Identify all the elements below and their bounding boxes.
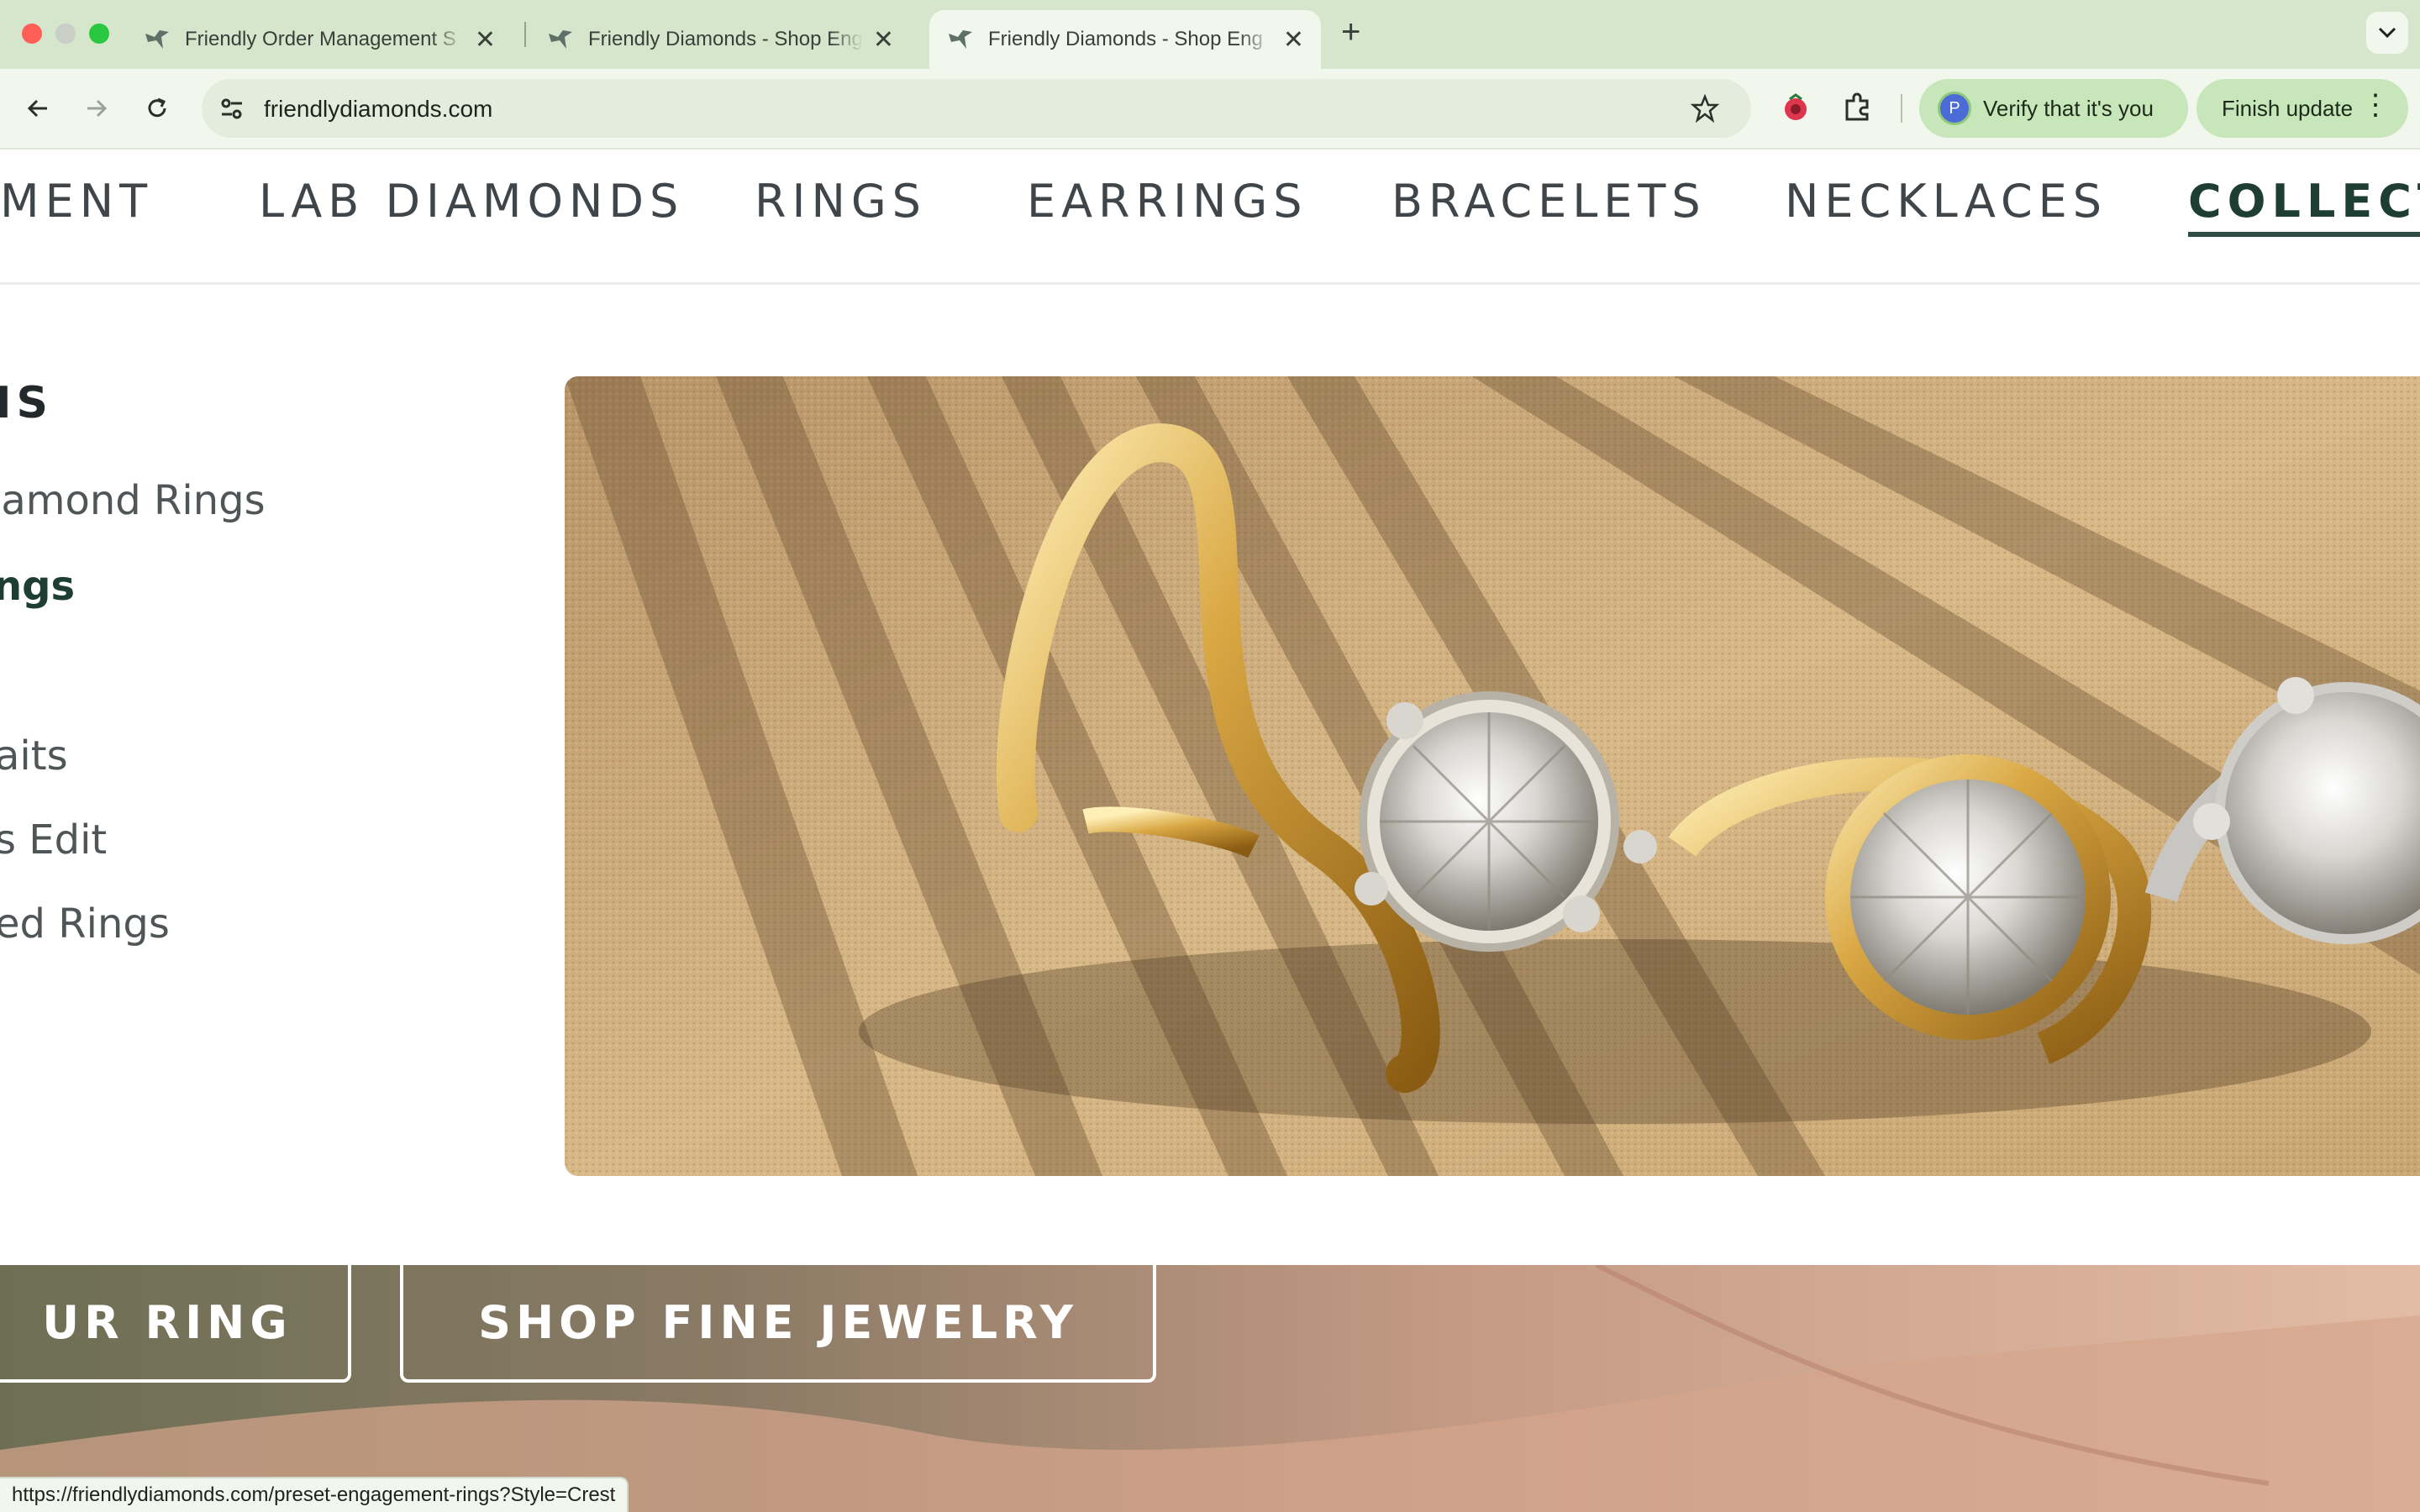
- back-button[interactable]: [17, 87, 59, 129]
- nav-item-necklaces[interactable]: NECKLACES: [1785, 175, 2107, 228]
- rings-on-sand-image: [565, 376, 2420, 1176]
- hand-background-image: [0, 1265, 2420, 1512]
- bookmark-star-icon[interactable]: [1691, 94, 1719, 123]
- shop-fine-jewelry-button[interactable]: SHOP FINE JEWELRY: [400, 1265, 1156, 1383]
- nav-item-bracelets[interactable]: BRACELETS: [1392, 175, 1707, 228]
- browser-tab-1[interactable]: Friendly Order Management S ✕: [126, 10, 513, 69]
- browser-tab-strip: Friendly Order Management S ✕ Friendly D…: [0, 0, 2420, 69]
- site-main-nav: MENT LAB DIAMONDS RINGS EARRINGS BRACELE…: [0, 150, 2420, 285]
- forward-button[interactable]: [76, 87, 118, 129]
- url-text[interactable]: friendlydiamonds.com: [264, 96, 492, 123]
- nav-item-earrings[interactable]: EARRINGS: [1027, 175, 1308, 228]
- reload-button[interactable]: [136, 87, 178, 129]
- close-window-button[interactable]: [22, 24, 42, 44]
- collection-link[interactable]: s Edit: [0, 816, 107, 864]
- finish-update-button[interactable]: Finish update ⋮: [2196, 79, 2408, 138]
- tab-close-icon[interactable]: ✕: [1283, 25, 1304, 55]
- tab-title: Friendly Diamonds - Shop Eng: [988, 28, 1263, 50]
- collection-hero-image[interactable]: [565, 376, 2420, 1176]
- collection-link[interactable]: aits: [0, 732, 68, 780]
- arrow-right-icon: [87, 99, 108, 118]
- nav-item-engagement[interactable]: MENT: [0, 175, 153, 228]
- collection-link[interactable]: iamond Rings: [0, 477, 266, 524]
- reload-icon: [148, 97, 166, 118]
- active-nav-underline: [2188, 232, 2420, 237]
- finish-update-label: Finish update: [2222, 95, 2354, 121]
- toolbar-divider: [1901, 94, 1902, 123]
- maximize-window-button[interactable]: [89, 24, 109, 44]
- tab-title: Friendly Diamonds - Shop Eng: [588, 28, 863, 50]
- chevron-down-icon: [2378, 27, 2396, 39]
- verify-label: Verify that it's you: [1983, 95, 2154, 121]
- collections-menu-heading: NS: [0, 378, 53, 428]
- extensions-puzzle-icon[interactable]: [1840, 91, 1874, 124]
- profile-avatar: P: [1938, 92, 1971, 125]
- collection-link[interactable]: ed Rings: [0, 900, 170, 948]
- browser-toolbar: friendlydiamonds.com P Verify that it's …: [0, 69, 2420, 150]
- collection-link-active[interactable]: ngs: [0, 563, 75, 610]
- minimize-window-button[interactable]: [55, 24, 76, 44]
- tab-close-icon[interactable]: ✕: [475, 25, 496, 55]
- tab-title: Friendly Order Management S: [185, 28, 456, 50]
- link-status-bar: https://friendlydiamonds.com/preset-enga…: [0, 1477, 629, 1512]
- tab-close-icon[interactable]: ✕: [873, 25, 894, 55]
- friendly-diamonds-favicon-icon: [949, 30, 972, 49]
- arrow-left-icon: [27, 99, 47, 118]
- nav-item-lab-diamonds[interactable]: LAB DIAMONDS: [259, 175, 684, 228]
- more-menu-icon[interactable]: ⋮: [2361, 91, 2390, 119]
- bottom-hero-image: [0, 1265, 2420, 1512]
- nav-item-rings[interactable]: RINGS: [755, 175, 927, 228]
- tab-separator: [524, 22, 526, 47]
- tab-search-button[interactable]: [2366, 12, 2408, 54]
- friendly-diamonds-favicon-icon: [145, 30, 169, 49]
- browser-tab-3-active[interactable]: Friendly Diamonds - Shop Eng ✕: [929, 10, 1321, 69]
- design-your-ring-button[interactable]: UR RING: [0, 1265, 351, 1383]
- extension-icon[interactable]: [1780, 92, 1812, 124]
- verify-identity-chip[interactable]: P Verify that it's you: [1919, 79, 2188, 138]
- site-settings-icon[interactable]: [218, 96, 245, 123]
- new-tab-button[interactable]: +: [1341, 13, 1360, 51]
- address-bar[interactable]: friendlydiamonds.com: [202, 79, 1751, 138]
- friendly-diamonds-favicon-icon: [549, 30, 572, 49]
- nav-item-collections[interactable]: COLLECTI: [2188, 175, 2420, 228]
- browser-tab-2[interactable]: Friendly Diamonds - Shop Eng ✕: [529, 10, 911, 69]
